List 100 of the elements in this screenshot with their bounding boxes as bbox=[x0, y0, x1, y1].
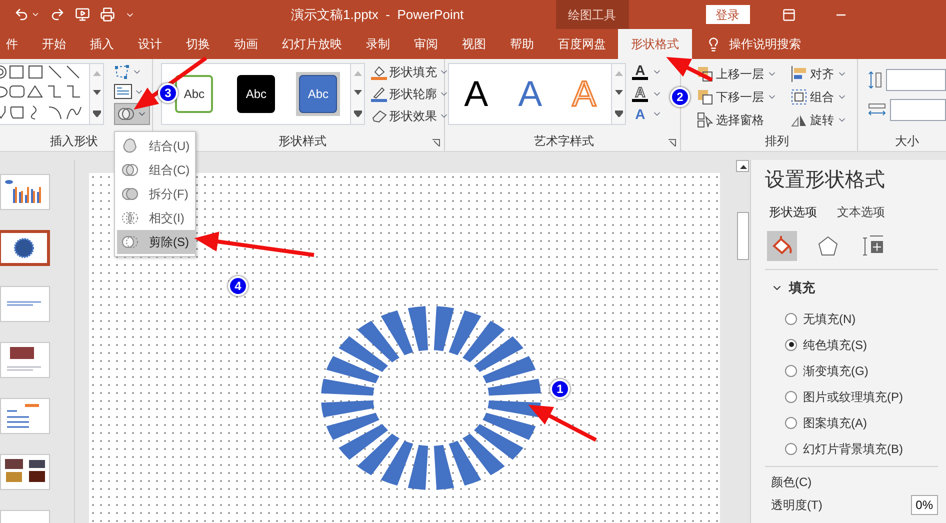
section-label: 填充 bbox=[789, 279, 815, 297]
group-icon bbox=[791, 89, 807, 105]
arrange-command-button[interactable]: 组合 bbox=[791, 88, 857, 106]
wordart-preset[interactable]: A bbox=[518, 76, 542, 112]
radio-button[interactable] bbox=[785, 416, 797, 428]
selection-pane-icon bbox=[697, 112, 713, 128]
scroll-up-icon[interactable] bbox=[736, 160, 749, 172]
size-position-icon bbox=[863, 235, 885, 257]
scrollbar-thumb[interactable] bbox=[736, 212, 748, 260]
arrange-command-button[interactable]: 旋转 bbox=[791, 111, 857, 129]
gallery-scroll[interactable] bbox=[89, 64, 103, 124]
menu-item[interactable]: 组合(C) bbox=[117, 158, 195, 182]
transparency-field[interactable]: 0% bbox=[910, 494, 938, 514]
segmented-ring-shape[interactable] bbox=[321, 306, 541, 490]
slide-thumbnail[interactable] bbox=[0, 454, 50, 490]
arrange-command-button[interactable]: 上移一层 bbox=[697, 65, 791, 83]
shape-command-button[interactable]: 形状轮廓 bbox=[371, 85, 450, 103]
dialog-launcher-icon[interactable] bbox=[668, 139, 676, 147]
pane-tab[interactable]: 形状选项 bbox=[769, 203, 817, 221]
ribbon-tab[interactable]: 幻灯片放映 bbox=[270, 29, 354, 59]
ribbon-tab[interactable]: 审阅 bbox=[402, 29, 450, 59]
menu-item[interactable]: 结合(U) bbox=[117, 134, 195, 158]
ribbon-tab[interactable]: 帮助 bbox=[498, 29, 546, 59]
ribbon-tab[interactable]: 设计 bbox=[126, 29, 174, 59]
union-icon bbox=[121, 138, 139, 154]
combine-icon bbox=[121, 162, 139, 178]
radio-label: 幻灯片背景填充(B) bbox=[803, 440, 903, 458]
ribbon-tab[interactable]: 形状格式 bbox=[618, 29, 692, 59]
slide-thumbnail[interactable] bbox=[0, 342, 50, 378]
window-title: 演示文稿1.pptx - PowerPoint bbox=[291, 6, 464, 24]
context-tab-label: 绘图工具 bbox=[556, 0, 629, 29]
radio-button[interactable] bbox=[785, 442, 797, 454]
callout-arrow bbox=[666, 57, 713, 82]
more-icon[interactable] bbox=[92, 110, 100, 117]
slide-thumbnail[interactable] bbox=[0, 286, 50, 322]
ribbon-tab[interactable]: 开始 bbox=[30, 29, 78, 59]
slide-thumbnail[interactable] bbox=[0, 230, 50, 266]
ribbon-tab[interactable]: 件 bbox=[0, 29, 30, 59]
sign-in-button[interactable]: 登录 bbox=[706, 5, 750, 24]
command-label: 上移一层 bbox=[716, 66, 764, 83]
intersect-icon bbox=[121, 210, 139, 226]
command-label: 旋转 bbox=[810, 112, 834, 129]
radio-label: 纯色填充(S) bbox=[803, 336, 867, 354]
command-label: 形状轮廓 bbox=[389, 86, 438, 103]
text-box-icon[interactable] bbox=[114, 84, 132, 99]
command-label: 组合 bbox=[810, 89, 834, 106]
menu-item[interactable]: 剪除(S) bbox=[117, 230, 195, 254]
more-icon[interactable] bbox=[354, 110, 362, 117]
merge-shapes-icon bbox=[117, 106, 135, 122]
group-label: 艺术字样式 bbox=[534, 135, 594, 147]
slide-thumbnail[interactable] bbox=[0, 174, 50, 210]
arrange-command-button[interactable]: 对齐 bbox=[791, 65, 857, 83]
arrange-command-button[interactable]: 选择窗格 bbox=[697, 111, 791, 129]
ribbon-tab[interactable]: 插入 bbox=[78, 29, 126, 59]
ribbon-display-icon[interactable] bbox=[782, 8, 796, 22]
menu-item[interactable]: 相交(I) bbox=[117, 206, 195, 230]
shape-command-button[interactable]: 形状填充 bbox=[371, 63, 450, 81]
wordart-preset[interactable]: A bbox=[464, 76, 488, 112]
width-input[interactable] bbox=[890, 99, 946, 121]
ribbon-tab[interactable]: 录制 bbox=[354, 29, 402, 59]
radio-button[interactable] bbox=[785, 390, 797, 402]
undo-icon[interactable] bbox=[14, 7, 29, 22]
dialog-launcher-icon[interactable] bbox=[432, 139, 440, 147]
radio-button[interactable] bbox=[785, 338, 797, 350]
command-label: 选择窗格 bbox=[716, 112, 764, 129]
text-style-tool[interactable]: A bbox=[632, 107, 648, 121]
ribbon-tab[interactable]: 切换 bbox=[174, 29, 222, 59]
height-icon bbox=[868, 71, 882, 89]
gallery-scroll[interactable] bbox=[350, 64, 364, 124]
radio-button[interactable] bbox=[785, 364, 797, 376]
caret-icon[interactable] bbox=[31, 10, 40, 19]
slideshow-icon[interactable] bbox=[75, 7, 90, 22]
fragment-icon bbox=[121, 186, 139, 202]
arrange-command-button[interactable]: 下移一层 bbox=[697, 88, 791, 106]
ribbon-tab[interactable]: 百度网盘 bbox=[546, 29, 618, 59]
print-preview-icon[interactable] bbox=[100, 7, 115, 22]
section-header[interactable]: 填充 bbox=[765, 278, 946, 298]
more-icon[interactable] bbox=[614, 110, 623, 117]
lightbulb-icon bbox=[706, 36, 721, 52]
ribbon-tab[interactable]: 动画 bbox=[222, 29, 270, 59]
height-input[interactable] bbox=[886, 69, 946, 91]
ribbon-tab[interactable]: 视图 bbox=[450, 29, 498, 59]
shape-command-button[interactable]: 形状效果 bbox=[371, 107, 450, 125]
color-label: 颜色(C) bbox=[771, 474, 813, 490]
pane-icon-tab[interactable] bbox=[767, 231, 797, 261]
redo-icon[interactable] bbox=[50, 7, 65, 22]
merge-shapes-button[interactable] bbox=[114, 103, 150, 125]
scroll-down-icon[interactable] bbox=[354, 90, 362, 96]
text-style-tool[interactable]: A bbox=[632, 63, 648, 80]
scroll-down-icon[interactable] bbox=[614, 90, 623, 96]
scroll-down-icon[interactable] bbox=[92, 90, 100, 96]
style-preset[interactable]: Abc bbox=[296, 72, 340, 116]
tell-me-search[interactable]: 操作说明搜索 bbox=[729, 35, 801, 53]
radio-button[interactable] bbox=[785, 312, 797, 324]
slide-thumbnail[interactable] bbox=[0, 398, 50, 434]
edit-points-icon[interactable] bbox=[114, 64, 130, 80]
pane-tab[interactable]: 文本选项 bbox=[837, 203, 885, 221]
menu-item[interactable]: 拆分(F) bbox=[117, 182, 195, 206]
gallery-scroll[interactable] bbox=[611, 64, 626, 124]
group-label: 形状样式 bbox=[278, 135, 327, 147]
